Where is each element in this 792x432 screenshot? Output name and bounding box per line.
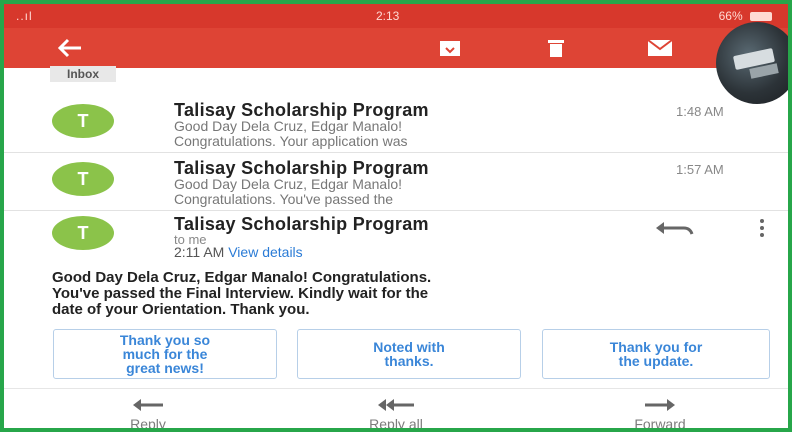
smart-reply-line: Noted with xyxy=(373,339,445,355)
message-row[interactable]: T Talisay Scholarship Program 1:57 AM Go… xyxy=(4,152,788,211)
archive-icon[interactable] xyxy=(432,28,468,68)
forward-button[interactable]: Forward xyxy=(600,396,720,432)
message-snippet: Good Day Dela Cruz, Edgar Manalo! xyxy=(174,118,402,134)
signal-indicator: ..ıl xyxy=(16,9,33,23)
status-time: 2:13 xyxy=(376,9,400,23)
battery-icon xyxy=(750,12,772,22)
more-options-icon[interactable] xyxy=(756,216,768,240)
back-arrow-icon[interactable] xyxy=(48,28,92,68)
body-line: Good Day Dela Cruz, Edgar Manalo! Congra… xyxy=(52,269,432,286)
smart-reply-line: much for the xyxy=(122,346,208,362)
reply-all-icon xyxy=(378,399,414,411)
reply-button[interactable]: Reply xyxy=(88,396,208,432)
toolbar xyxy=(4,28,788,68)
body-line: date of your Orientation. Thank you. xyxy=(52,301,310,318)
sender-avatar: T xyxy=(52,104,114,138)
trash-icon[interactable] xyxy=(538,28,574,68)
status-bar: ..ıl 2:13 66% xyxy=(4,4,788,28)
message-body: Good Day Dela Cruz, Edgar Manalo! Congra… xyxy=(52,270,762,318)
open-sender-name: Talisay Scholarship Program xyxy=(174,214,429,234)
message-time: 1:48 AM xyxy=(676,104,724,119)
inbox-label[interactable]: Inbox xyxy=(50,66,116,82)
account-avatar[interactable] xyxy=(716,22,788,104)
message-snippet: Congratulations. Your application was xyxy=(174,133,408,149)
smart-reply-line: Thank you for xyxy=(609,339,703,355)
mail-icon[interactable] xyxy=(640,28,680,68)
smart-reply-line: thanks. xyxy=(384,353,434,369)
message-time-row: 2:11 AM View details xyxy=(174,244,303,260)
view-details-link[interactable]: View details xyxy=(228,244,302,260)
battery-indicator: 66% xyxy=(719,9,772,23)
battery-percent: 66% xyxy=(718,9,743,23)
reply-icon xyxy=(133,399,163,411)
screenshot-frame: ..ıl 2:13 66% Inbox T Talisay Scholarshi… xyxy=(0,0,792,432)
smart-reply-button[interactable]: Thank you for the update. xyxy=(542,329,770,379)
reply-all-button[interactable]: Reply all xyxy=(336,396,456,432)
reply-all-label: Reply all xyxy=(369,416,423,432)
divider xyxy=(4,388,788,389)
smart-reply-line: Thank you so xyxy=(119,332,211,348)
message-time: 1:57 AM xyxy=(676,162,724,177)
sender-avatar: T xyxy=(52,216,114,250)
reply-label: Reply xyxy=(130,416,166,432)
open-message-time: 2:11 AM xyxy=(174,244,225,260)
reply-icon[interactable] xyxy=(654,218,694,238)
body-line: You've passed the Final Interview. Kindl… xyxy=(52,285,429,302)
message-snippet: Congratulations. You've passed the xyxy=(174,191,394,207)
forward-label: Forward xyxy=(634,416,686,432)
sender-avatar: T xyxy=(52,162,114,196)
smart-reply-button[interactable]: Thank you so much for the great news! xyxy=(53,329,277,379)
smart-reply-line: great news! xyxy=(126,360,204,376)
smart-reply-line: the update. xyxy=(618,353,694,369)
smart-reply-button[interactable]: Noted with thanks. xyxy=(297,329,521,379)
message-row[interactable]: T Talisay Scholarship Program 1:48 AM Go… xyxy=(4,94,788,153)
message-snippet: Good Day Dela Cruz, Edgar Manalo! xyxy=(174,176,402,192)
forward-icon xyxy=(645,399,675,411)
